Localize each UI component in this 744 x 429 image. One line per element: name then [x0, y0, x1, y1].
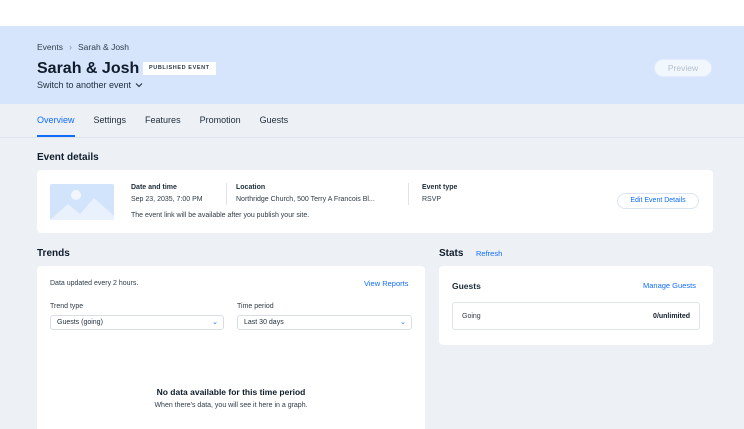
breadcrumb-current: Sarah & Josh — [78, 42, 130, 52]
refresh-link[interactable]: Refresh — [476, 249, 502, 258]
time-period-label: Time period — [237, 303, 274, 310]
divider — [226, 183, 227, 205]
event-header: Events › Sarah & Josh Sarah & Josh PUBLI… — [0, 26, 744, 104]
update-note: Data updated every 2 hours. — [50, 280, 139, 287]
view-reports-link[interactable]: View Reports — [364, 279, 408, 288]
going-stat-row: Going 0/unlimited — [452, 302, 700, 330]
image-icon — [50, 190, 114, 220]
stats-card: Guests Manage Guests Going 0/unlimited — [439, 266, 713, 345]
event-image-placeholder[interactable] — [50, 184, 114, 220]
going-label: Going — [462, 313, 481, 320]
top-bar — [0, 0, 744, 26]
time-period-value: Last 30 days — [244, 319, 284, 326]
tab-features[interactable]: Features — [145, 115, 181, 125]
chevron-down-icon — [135, 83, 143, 88]
no-data-subtitle: When there's data, you will see it here … — [154, 402, 308, 409]
location-value: Northridge Church, 500 Terry A Francois … — [236, 196, 375, 203]
tab-divider — [0, 137, 744, 138]
switch-event-label: Switch to another event — [37, 80, 132, 90]
date-value: Sep 23, 2035, 7:00 PM — [131, 196, 203, 203]
trend-type-select[interactable]: Guests (going) ⌄ — [50, 315, 224, 330]
tab-bar: Overview Settings Features Promotion Gue… — [37, 115, 289, 137]
edit-event-details-button[interactable]: Edit Event Details — [617, 193, 699, 209]
chevron-right-icon: › — [69, 42, 72, 52]
divider — [408, 183, 409, 205]
breadcrumb: Events › Sarah & Josh — [37, 42, 129, 52]
switch-event-dropdown[interactable]: Switch to another event — [37, 80, 143, 90]
page-title: Sarah & Josh — [37, 60, 140, 77]
publish-note: The event link will be available after y… — [131, 212, 310, 219]
tab-settings[interactable]: Settings — [94, 115, 127, 125]
event-type-label: Event type — [422, 184, 458, 191]
event-type-value: RSVP — [422, 196, 442, 203]
going-value: 0/unlimited — [653, 313, 690, 320]
trend-type-value: Guests (going) — [57, 319, 103, 326]
guests-title: Guests — [452, 281, 481, 291]
preview-button[interactable]: Preview — [654, 59, 712, 77]
tab-overview[interactable]: Overview — [37, 115, 75, 137]
breadcrumb-events-link[interactable]: Events — [37, 42, 63, 52]
manage-guests-link[interactable]: Manage Guests — [643, 281, 696, 290]
stats-title: Stats — [439, 248, 464, 259]
date-label: Date and time — [131, 184, 177, 191]
chevron-down-icon: ⌄ — [212, 319, 218, 326]
location-label: Location — [236, 184, 266, 191]
trends-card: Data updated every 2 hours. View Reports… — [37, 266, 425, 429]
trend-type-label: Trend type — [50, 303, 84, 310]
tab-guests[interactable]: Guests — [260, 115, 289, 125]
tab-promotion[interactable]: Promotion — [200, 115, 241, 125]
chevron-down-icon: ⌄ — [400, 319, 406, 326]
trends-title: Trends — [37, 248, 70, 259]
status-badge: PUBLISHED EVENT — [143, 62, 216, 75]
no-data-title: No data available for this time period — [156, 387, 306, 397]
event-details-title: Event details — [37, 152, 99, 163]
event-details-card: Date and time Sep 23, 2035, 7:00 PM Loca… — [37, 170, 713, 233]
time-period-select[interactable]: Last 30 days ⌄ — [237, 315, 412, 330]
